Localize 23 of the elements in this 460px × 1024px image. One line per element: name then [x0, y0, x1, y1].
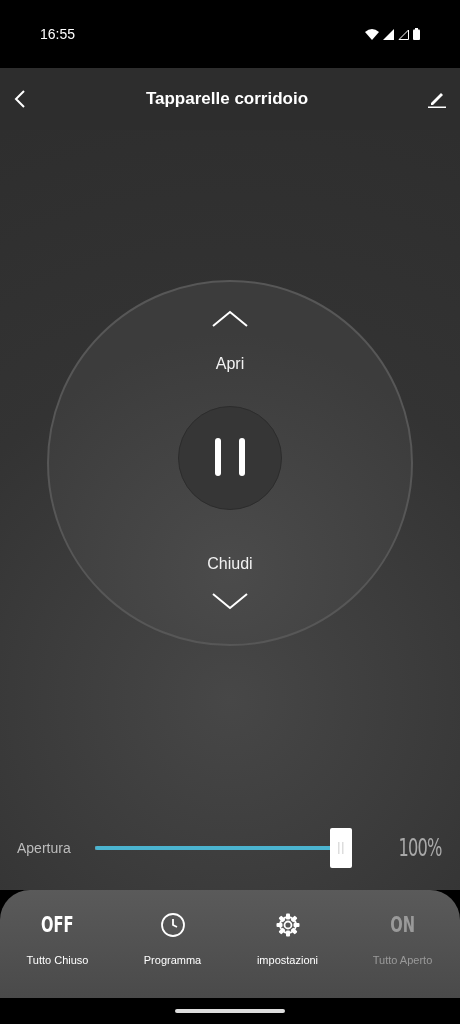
- back-icon: [14, 90, 26, 108]
- close-button[interactable]: Chiudi: [207, 552, 253, 610]
- percent-reading: 100%: [398, 833, 442, 864]
- pencil-icon: [428, 90, 446, 108]
- clock-icon: [159, 912, 186, 938]
- wifi-icon: [365, 28, 379, 40]
- edit-button[interactable]: [428, 90, 446, 108]
- slider-thumb[interactable]: [330, 828, 352, 868]
- page-title: Tapparelle corridoio: [145, 88, 309, 111]
- status-time: 16:55: [40, 24, 76, 44]
- battery-icon: [413, 28, 420, 40]
- signal-icon: [398, 28, 409, 40]
- chevron-up-icon: [212, 310, 248, 328]
- pause-icon: [215, 438, 245, 478]
- open-button[interactable]: Apri: [212, 310, 248, 376]
- slider-label: Apertura: [17, 838, 72, 858]
- gear-icon: [274, 912, 301, 938]
- action-button[interactable]: Programma: [115, 890, 230, 998]
- back-button[interactable]: [14, 90, 26, 108]
- signal-icon: [383, 28, 394, 40]
- action-button[interactable]: OFF Tutto Chiuso: [0, 890, 115, 998]
- action-button[interactable]: impostazioni: [230, 890, 345, 998]
- chevron-down-icon: [212, 592, 248, 610]
